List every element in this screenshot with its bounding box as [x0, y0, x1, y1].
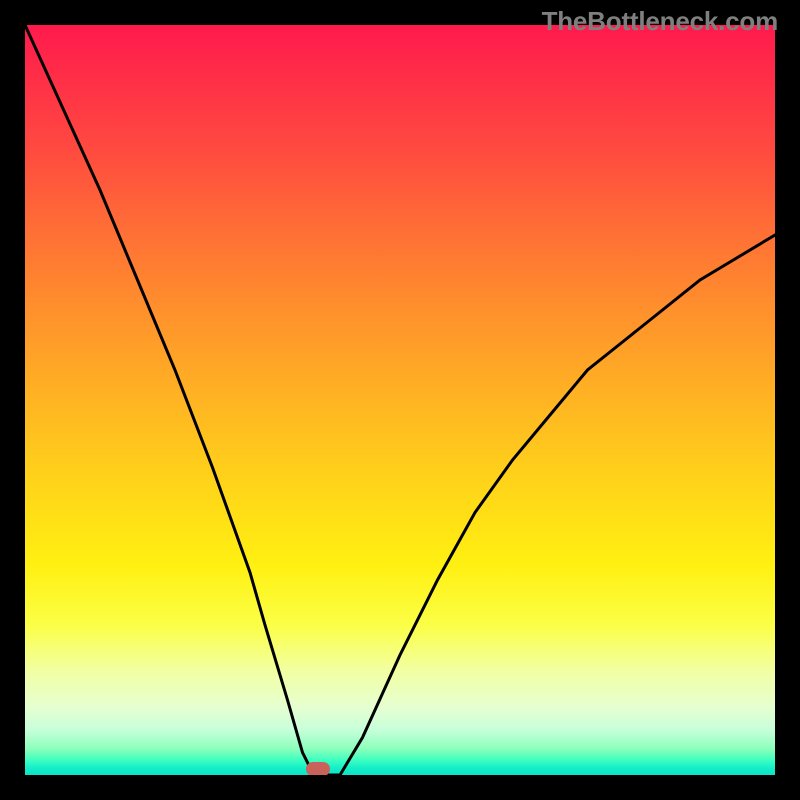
plot-area	[25, 25, 775, 775]
bottleneck-curve	[25, 25, 775, 775]
chart-frame: TheBottleneck.com	[0, 0, 800, 800]
curve-svg	[25, 25, 775, 775]
watermark-text: TheBottleneck.com	[542, 6, 778, 37]
optimal-marker	[306, 762, 330, 775]
